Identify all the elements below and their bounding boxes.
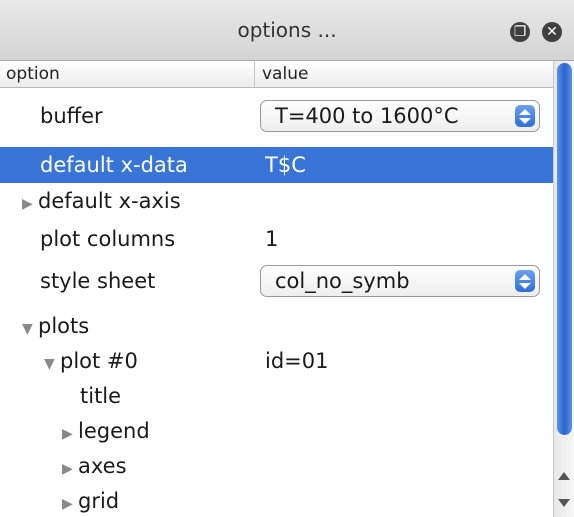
row-buffer[interactable]: buffer T=400 to 1600°C: [0, 98, 553, 134]
column-header-value[interactable]: value: [262, 64, 308, 84]
row-label: grid: [78, 489, 120, 513]
row-label: default x-axis: [38, 189, 181, 213]
row-value[interactable]: T$C: [265, 153, 306, 177]
style-sheet-select[interactable]: col_no_symb: [260, 265, 540, 297]
row-grid[interactable]: ▶ grid: [0, 483, 553, 517]
row-label: plots: [38, 314, 90, 338]
row-value[interactable]: id=01: [265, 349, 328, 373]
window-titlebar[interactable]: options ... ❐ ✕: [0, 0, 574, 61]
row-default-x-data[interactable]: default x-data T$C: [0, 147, 553, 183]
scroll-down-icon[interactable]: [558, 499, 570, 507]
float-window-icon[interactable]: ❐: [510, 22, 530, 42]
disclosure-collapsed-icon[interactable]: ▶: [62, 496, 78, 512]
row-axes[interactable]: ▶ axes: [0, 448, 553, 484]
row-label: plot columns: [40, 227, 176, 251]
row-legend[interactable]: ▶ legend: [0, 413, 553, 449]
row-label: buffer: [40, 104, 103, 128]
column-header-option[interactable]: option: [6, 64, 60, 84]
row-value[interactable]: 1: [265, 227, 278, 251]
vertical-scrollbar[interactable]: [553, 61, 574, 517]
row-plots[interactable]: ▼ plots: [0, 308, 553, 344]
buffer-select-value: T=400 to 1600°C: [275, 104, 459, 128]
scroll-up-icon[interactable]: [558, 472, 570, 480]
select-stepper-icon[interactable]: [515, 270, 535, 292]
disclosure-collapsed-icon[interactable]: ▶: [22, 196, 38, 212]
disclosure-expanded-icon[interactable]: ▼: [22, 321, 38, 337]
disclosure-expanded-icon[interactable]: ▼: [44, 356, 60, 372]
options-tree: buffer T=400 to 1600°C default x-data T$…: [0, 88, 553, 517]
close-icon[interactable]: ✕: [542, 22, 562, 42]
column-header: option value: [0, 61, 553, 88]
row-plot-columns[interactable]: plot columns 1: [0, 221, 553, 257]
row-style-sheet[interactable]: style sheet col_no_symb: [0, 263, 553, 299]
select-stepper-icon[interactable]: [515, 105, 535, 127]
row-label: default x-data: [40, 153, 188, 177]
column-divider[interactable]: [254, 61, 255, 87]
row-title[interactable]: title: [0, 378, 553, 414]
disclosure-collapsed-icon[interactable]: ▶: [62, 461, 78, 477]
scrollbar-thumb[interactable]: [557, 63, 572, 435]
buffer-select[interactable]: T=400 to 1600°C: [260, 100, 540, 132]
style-sheet-select-value: col_no_symb: [275, 269, 410, 293]
row-label: title: [80, 384, 122, 408]
row-label: style sheet: [40, 269, 156, 293]
window-title: options ...: [237, 18, 337, 42]
row-label: legend: [78, 419, 150, 443]
disclosure-collapsed-icon[interactable]: ▶: [62, 426, 78, 442]
row-default-x-axis[interactable]: ▶ default x-axis: [0, 183, 553, 219]
row-label: plot #0: [60, 349, 138, 373]
row-plot-0[interactable]: ▼ plot #0 id=01: [0, 343, 553, 379]
row-label: axes: [78, 454, 127, 478]
